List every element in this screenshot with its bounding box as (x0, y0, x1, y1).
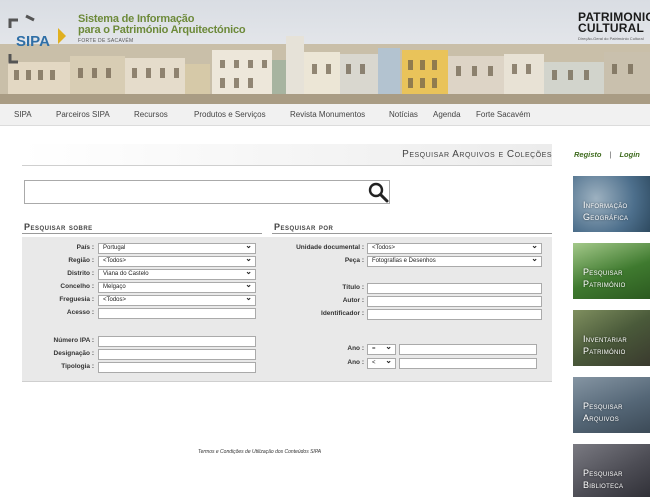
label-titulo: Título : (342, 284, 364, 291)
select-ano-op-2[interactable]: < (367, 358, 396, 369)
label-unidade-documental: Unidade documental : (296, 244, 364, 251)
label-tipologia: Tipologia : (61, 363, 94, 370)
select-peca[interactable]: Fotografias e Desenhos (367, 256, 542, 267)
label-distrito: Distrito : (67, 270, 94, 277)
auth-separator: | (609, 150, 612, 159)
tile-pesquisar-biblioteca[interactable]: Pesquisar Biblioteca (573, 444, 650, 497)
search-input[interactable] (24, 180, 390, 204)
label-designacao: Designação : (53, 350, 94, 357)
tile-line1: Inventariar (583, 334, 628, 344)
nav-item-recursos[interactable]: Recursos (134, 110, 168, 119)
patrimonio-cultural-logo[interactable]: PATRIMONIO CULTURAL (578, 11, 650, 35)
tile-line1: Pesquisar (583, 468, 623, 478)
nav-item-revista[interactable]: Revista Monumentos (290, 110, 365, 119)
label-acesso: Acesso : (66, 309, 94, 316)
sipa-logo-text: SIPA (16, 33, 50, 50)
nav-item-produtos[interactable]: Produtos e Serviços (194, 110, 266, 119)
select-unidade-documental[interactable]: <Todos> (367, 243, 542, 254)
tile-line1: Informação (583, 200, 628, 210)
magnifier-icon[interactable] (366, 180, 390, 204)
nav-item-agenda[interactable]: Agenda (433, 110, 461, 119)
sipa-title-line2: para o Património Arquitectónico (78, 24, 246, 36)
label-autor: Autor : (342, 297, 364, 304)
select-freguesia[interactable]: <Todos> (98, 295, 256, 306)
input-identificador[interactable] (367, 309, 542, 320)
tile-line2: Património (583, 279, 626, 289)
label-ano-2: Ano : (347, 359, 364, 366)
label-freguesia: Freguesia : (59, 296, 94, 303)
input-designacao[interactable] (98, 349, 256, 360)
input-tipologia[interactable] (98, 362, 256, 373)
input-acesso[interactable] (98, 308, 256, 319)
select-pais[interactable]: Portugal (98, 243, 256, 254)
registo-link[interactable]: Registo (574, 150, 602, 159)
section-divider-right (272, 233, 552, 234)
label-numero-ipa: Número IPA : (53, 337, 94, 344)
page-title: Pesquisar Arquivos e Coleções (402, 149, 552, 160)
select-regiao[interactable]: <Todos> (98, 256, 256, 267)
label-identificador: Identificador : (321, 310, 364, 317)
main-header-bar: Pesquisar Arquivos e Coleções (22, 144, 552, 166)
input-numero-ipa[interactable] (98, 336, 256, 347)
tile-informacao-geografica[interactable]: Informação Geográfica (573, 176, 650, 232)
patrimonio-line2: CULTURAL (578, 21, 645, 35)
input-ano-2[interactable] (399, 358, 537, 369)
auth-links: Registo | Login (574, 150, 640, 159)
nav-item-parceiros[interactable]: Parceiros SIPA (56, 110, 110, 119)
tile-inventariar-patrimonio[interactable]: Inventariar Património (573, 310, 650, 366)
nav-item-sipa[interactable]: SIPA (14, 110, 32, 119)
input-titulo[interactable] (367, 283, 542, 294)
buildings-illustration (0, 36, 650, 104)
tile-line2: Biblioteca (583, 480, 624, 490)
tile-line1: Pesquisar (583, 267, 623, 277)
patrimonio-subtitle: Direção-Geral do Património Cultural (578, 36, 644, 41)
label-pais: País : (76, 244, 94, 251)
tile-line2: Geográfica (583, 212, 629, 222)
nav-item-forte[interactable]: Forte Sacavém (476, 110, 530, 119)
label-peca: Peça : (344, 257, 364, 264)
input-autor[interactable] (367, 296, 542, 307)
tile-pesquisar-arquivos[interactable]: Pesquisar Arquivos (573, 377, 650, 433)
search-form-panel: País : Portugal Região : <Todos> Distrit… (22, 237, 552, 382)
label-ano-1: Ano : (347, 345, 364, 352)
select-concelho[interactable]: Melgaço (98, 282, 256, 293)
tile-line1: Pesquisar (583, 401, 623, 411)
label-regiao: Região : (68, 257, 94, 264)
page: SIPA Sistema de Informação para o Patrim… (0, 0, 650, 497)
section-title-pesquisar-sobre: Pesquisar sobre (24, 222, 93, 232)
input-ano-1[interactable] (399, 344, 537, 355)
section-divider-left (22, 233, 262, 234)
section-title-pesquisar-por: Pesquisar por (274, 222, 334, 232)
tile-line2: Arquivos (583, 413, 620, 423)
label-concelho: Concelho : (60, 283, 94, 290)
header-banner: SIPA Sistema de Informação para o Patrim… (0, 0, 650, 104)
sipa-subtitle: FORTE DE SACAVÉM (78, 38, 134, 44)
tile-line2: Património (583, 346, 626, 356)
top-nav: SIPA Parceiros SIPA Recursos Produtos e … (0, 104, 650, 126)
login-link[interactable]: Login (619, 150, 639, 159)
select-ano-op-1[interactable]: = (367, 344, 396, 355)
terms-link[interactable]: Termos e Condições de Utilização dos Con… (198, 449, 321, 455)
sipa-logo[interactable]: SIPA (8, 14, 72, 66)
select-distrito[interactable]: Viana do Castelo (98, 269, 256, 280)
sipa-title: Sistema de Informação para o Património … (78, 14, 246, 36)
nav-item-noticias[interactable]: Notícias (389, 110, 418, 119)
tile-pesquisar-patrimonio[interactable]: Pesquisar Património (573, 243, 650, 299)
